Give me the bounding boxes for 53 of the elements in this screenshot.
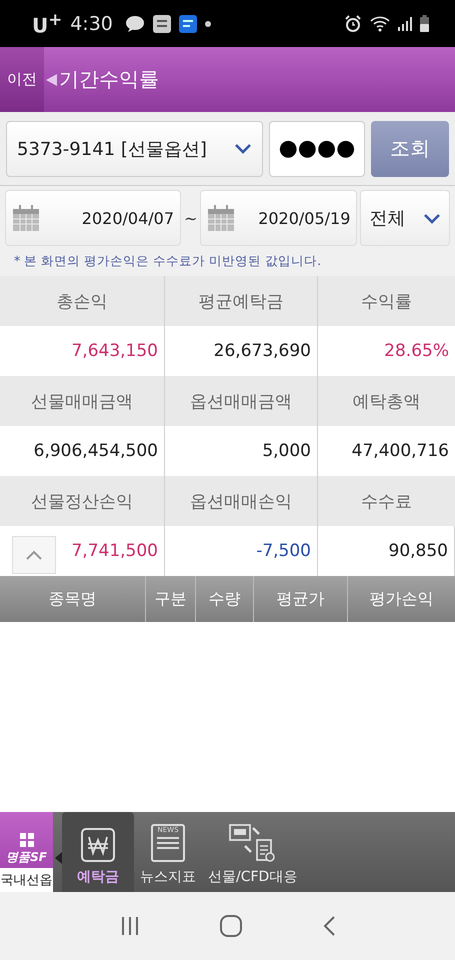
column-header[interactable]: 평균가 [254,576,348,622]
app-square-icon [178,14,197,32]
page-title: 기간수익률 [59,66,159,93]
date-field[interactable]: 2020/04/07 [5,190,181,246]
recent-apps-icon[interactable] [120,916,140,936]
summary-label: 총손익 [0,276,165,326]
summary-label: 수수료 [360,490,413,514]
scroll-up-button[interactable] [12,536,56,574]
home-icon[interactable] [218,914,242,938]
column-header[interactable]: 구분 [146,576,196,622]
notice-text: * 본 화면의 평가손익은 수수료가 미반영된 값입니다. [0,250,455,276]
account-dropdown[interactable]: 5373-9141 [선물옵션] [6,120,263,176]
grid-icon [20,833,34,847]
calendar-icon [207,204,236,232]
won-icon [81,828,115,862]
caret-icon [46,74,57,86]
app-square-icon [152,14,171,32]
summary-label: 예탁총액 [352,390,422,414]
document-exchange-icon [228,824,277,862]
summary-label: 옵션매매금액 [165,376,318,426]
summary-label: 평균예탁금 [165,276,318,326]
signal-icon [398,16,412,30]
clock-time: 4:30 [70,12,113,34]
date-field[interactable]: 2020/05/19 [200,190,358,246]
calendar-icon [12,204,40,232]
chat-bubble-icon [124,14,145,32]
logo-text: 명품SF [6,849,47,866]
side-tab[interactable]: 명품SF 국내선옵 [0,812,53,892]
chevron-up-icon [25,550,43,560]
summary-label: 선물매매금액 [0,376,165,426]
summary-label: 수익률 [360,290,413,314]
chevron-down-icon [234,143,252,154]
chevron-down-icon [423,212,441,224]
carrier-label: U$^{+}$ [32,10,62,38]
summary-value: 47,400,716 [350,440,450,463]
side-tab-label: 국내선옵 [0,868,53,892]
summary-label: 선물정산손익 [0,476,165,526]
summary-value: 28.65% [383,340,450,363]
back-button[interactable]: 이전 [0,47,44,112]
wifi-icon [370,16,390,32]
summary-label: 옵션매매손익 [165,476,318,526]
column-header[interactable]: 수량 [196,576,254,622]
toolbar-item[interactable]: 예탁금 [62,812,134,892]
column-header[interactable]: 종목명 [0,576,146,622]
dot-icon [204,20,211,26]
column-header[interactable]: 평가손익 [348,576,455,622]
filter-dropdown[interactable]: 전체 [360,190,450,246]
alarm-icon [344,14,362,32]
back-icon[interactable] [322,915,336,937]
toolbar-item[interactable]: 선물/CFD대응 [202,812,304,892]
battery-icon [420,15,429,32]
range-separator: ~ [184,208,198,228]
password-field[interactable]: ●●●● [269,120,365,176]
